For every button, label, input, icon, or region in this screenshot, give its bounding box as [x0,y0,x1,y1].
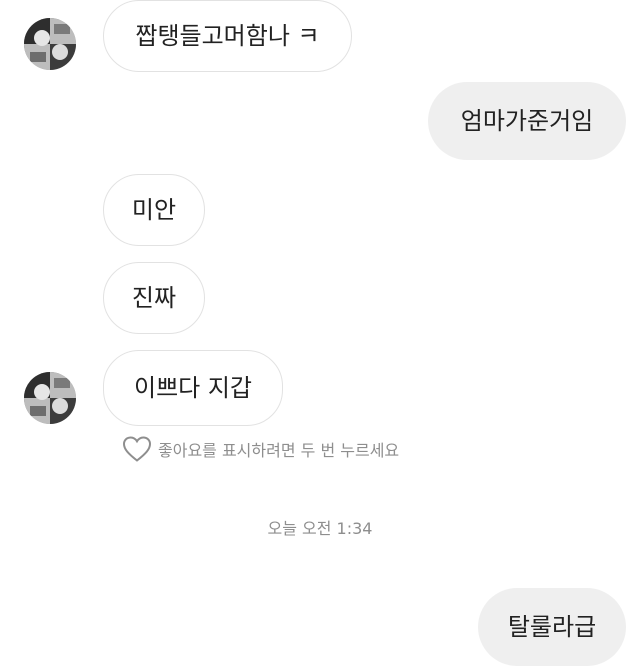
message-text: 탈룰라급 [507,613,597,641]
message-text: 엄마가준거임 [460,107,594,135]
message-bubble-incoming[interactable]: 이쁘다 지갑 [103,350,283,426]
message-bubble-outgoing[interactable]: 탈룰라급 [478,588,626,666]
sender-avatar[interactable] [24,18,76,70]
message-bubble-incoming[interactable]: 짭탱들고머함나 ㅋ [103,0,352,72]
message-text: 짭탱들고머함나 ㅋ [135,22,320,50]
message-text: 이쁘다 지갑 [133,374,253,402]
sender-avatar[interactable] [24,372,76,424]
message-bubble-outgoing[interactable]: 엄마가준거임 [428,82,626,160]
like-hint-text: 좋아요를 표시하려면 두 번 누르세요 [158,441,400,460]
chat-thread: 짭탱들고머함나 ㅋ 엄마가준거임 미안 진짜 이쁘다 지갑 좋아요를 표시하려면… [0,0,640,666]
message-text: 미안 [131,196,177,224]
message-timestamp: 오늘 오전 1:34 [267,519,373,538]
heart-outline-icon[interactable] [122,435,152,463]
message-bubble-incoming[interactable]: 진짜 [103,262,205,334]
message-text: 진짜 [131,284,177,312]
double-tap-like-hint: 좋아요를 표시하려면 두 번 누르세요 [122,434,399,464]
message-bubble-incoming[interactable]: 미안 [103,174,205,246]
